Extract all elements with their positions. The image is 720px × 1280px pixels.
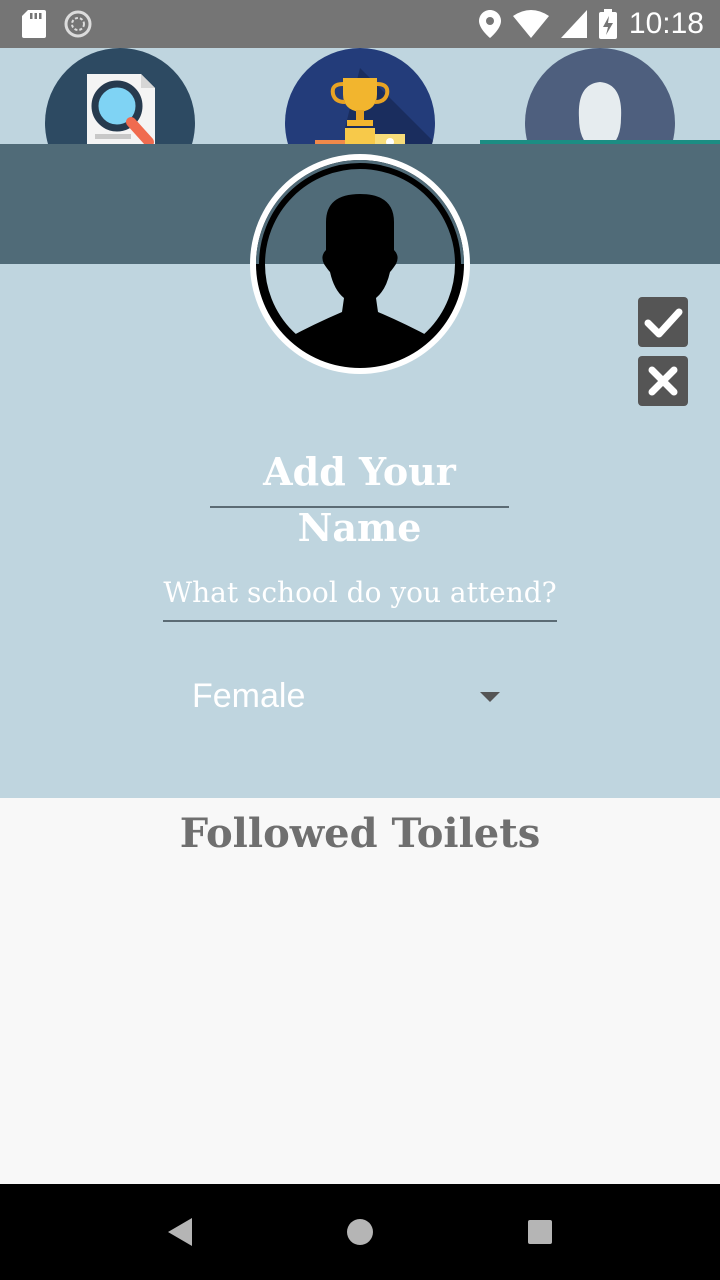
back-icon [168, 1218, 192, 1246]
status-bar-right: 10:18 [478, 6, 704, 42]
tab-profile[interactable] [480, 48, 720, 144]
check-icon [644, 308, 683, 338]
battery-charging-icon [598, 9, 617, 39]
sd-card-icon [22, 10, 46, 38]
gender-dropdown[interactable]: Female [190, 668, 510, 728]
close-icon [648, 366, 678, 396]
tab-search[interactable] [0, 48, 240, 144]
top-tab-bar [0, 48, 720, 144]
person-silhouette-icon [256, 160, 464, 368]
home-button[interactable] [340, 1212, 380, 1252]
school-input[interactable]: What school do you attend? [163, 570, 557, 622]
status-time: 10:18 [628, 7, 704, 40]
name-input[interactable]: Add Your Name [210, 444, 509, 550]
tab-leaderboard[interactable] [240, 48, 480, 144]
gender-selected-value: Female [192, 677, 306, 715]
profile-avatar[interactable] [250, 154, 470, 374]
accept-button[interactable] [638, 297, 688, 347]
reject-button[interactable] [638, 356, 688, 406]
location-icon [478, 10, 501, 38]
dropdown-arrow-icon [480, 692, 500, 702]
home-icon [347, 1219, 373, 1245]
trophy-podium-icon [285, 48, 435, 144]
status-bar-left [22, 10, 92, 38]
sync-icon [64, 10, 92, 38]
system-nav-bar [0, 1184, 720, 1280]
search-document-icon [45, 48, 195, 144]
signal-icon [560, 10, 587, 38]
recents-icon [528, 1220, 552, 1244]
wifi-icon [512, 10, 549, 38]
back-button[interactable] [160, 1212, 200, 1252]
profile-person-icon [525, 48, 675, 144]
recents-button[interactable] [520, 1212, 560, 1252]
followed-toilets-title: Followed Toilets [179, 810, 541, 857]
status-bar: 10:18 [0, 0, 720, 48]
